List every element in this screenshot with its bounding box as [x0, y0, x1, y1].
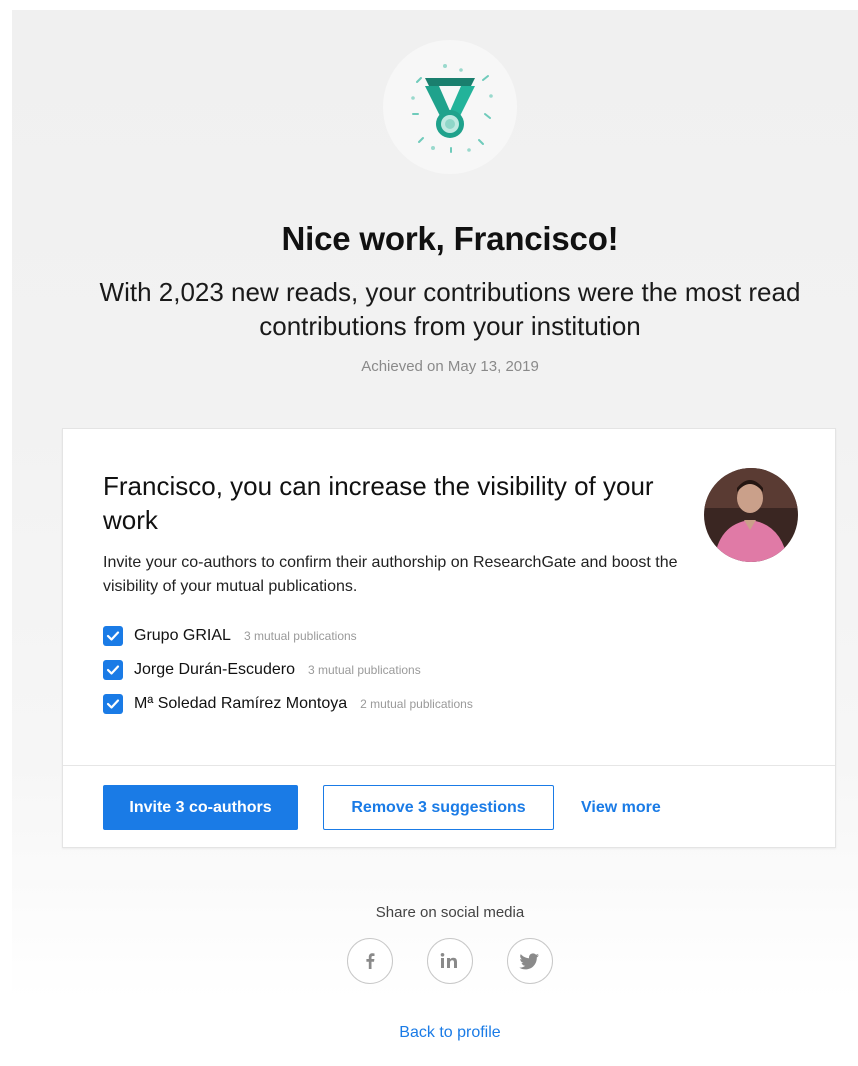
view-more-link[interactable]: View more — [581, 785, 661, 830]
linkedin-glyph — [440, 953, 457, 968]
coauthor-name: Jorge Durán-Escudero — [134, 661, 295, 678]
back-to-profile-link[interactable]: Back to profile — [0, 1024, 858, 1042]
twitter-icon[interactable] — [507, 938, 553, 984]
divider — [63, 765, 835, 766]
checkmark-icon — [106, 699, 120, 709]
avatar — [704, 468, 798, 562]
card-heading: Francisco, you can increase the visibili… — [103, 471, 654, 535]
checkbox-checked[interactable] — [103, 626, 123, 646]
invite-coauthors-button[interactable]: Invite 3 co-authors — [103, 785, 298, 830]
coauthor-name: Grupo GRIAL — [134, 627, 231, 644]
achievement-description: With 2,023 new reads, your contributions… — [99, 277, 801, 341]
coauthor-item[interactable]: Grupo GRIAL 3 mutual publications — [103, 623, 357, 649]
checkmark-icon — [106, 631, 120, 641]
mutual-publications-count: 3 mutual publications — [307, 663, 421, 677]
facebook-glyph — [366, 953, 375, 969]
coauthor-item[interactable]: Jorge Durán-Escudero 3 mutual publicatio… — [103, 657, 421, 683]
top-margin — [0, 0, 858, 10]
coauthor-name: Mª Soledad Ramírez Montoya — [134, 695, 348, 712]
achievement-badge — [383, 40, 517, 174]
checkmark-icon — [106, 665, 120, 675]
page-title: Nice work, Francisco! — [281, 220, 619, 257]
card-description: Invite your co-authors to confirm their … — [103, 554, 678, 595]
checkbox-checked[interactable] — [103, 694, 123, 714]
mutual-publications-count: 3 mutual publications — [243, 629, 357, 643]
mutual-publications-count: 2 mutual publications — [360, 697, 473, 711]
twitter-glyph — [519, 953, 539, 970]
remove-suggestions-button[interactable]: Remove 3 suggestions — [323, 785, 554, 830]
linkedin-icon[interactable] — [427, 938, 473, 984]
checkbox-checked[interactable] — [103, 660, 123, 680]
profile-photo — [704, 468, 798, 562]
achieved-date: Achieved on May 13, 2019 — [361, 358, 539, 375]
coauthor-invite-card: Francisco, you can increase the visibili… — [62, 428, 836, 848]
share-label: Share on social media — [375, 904, 525, 921]
medal-icon — [411, 64, 493, 153]
facebook-icon[interactable] — [347, 938, 393, 984]
coauthor-item[interactable]: Mª Soledad Ramírez Montoya 2 mutual publ… — [103, 691, 473, 717]
